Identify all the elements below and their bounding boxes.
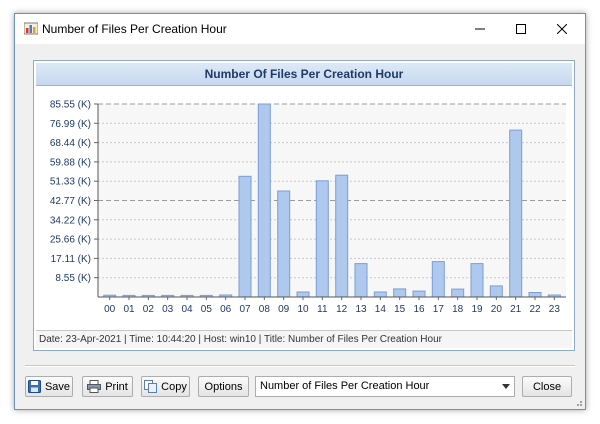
x-tick-label: 11 <box>317 304 328 315</box>
close-window-button[interactable] <box>542 14 582 44</box>
y-tick-label: 76.99 (K) <box>50 119 91 130</box>
x-tick-label: 03 <box>162 304 174 315</box>
x-tick-label: 12 <box>336 304 348 315</box>
x-tick-label: 09 <box>278 304 290 315</box>
x-tick-label: 00 <box>104 304 116 315</box>
x-tick-label: 10 <box>297 304 309 315</box>
y-tick-label: 68.44 (K) <box>50 138 91 149</box>
x-tick-label: 07 <box>239 304 251 315</box>
x-tick-label: 04 <box>181 304 193 315</box>
window-title: Number of Files Per Creation Hour <box>42 22 227 36</box>
bar <box>335 174 349 298</box>
chart-icon <box>24 22 38 35</box>
copy-label: Copy <box>161 380 187 393</box>
x-tick-label: 20 <box>491 304 503 315</box>
close-label: Close <box>532 380 562 393</box>
chart-select-value: Number of Files Per Creation Hour <box>260 380 430 392</box>
y-tick-label: 8.55 (K) <box>55 273 91 284</box>
maximize-button[interactable] <box>501 14 541 44</box>
options-button[interactable]: Options <box>198 376 249 397</box>
save-label: Save <box>44 380 71 393</box>
x-tick-label: 23 <box>549 304 561 315</box>
x-tick-label: 13 <box>355 304 367 315</box>
bar <box>412 290 426 298</box>
x-tick-label: 18 <box>452 304 464 315</box>
bar <box>470 263 484 298</box>
y-tick-label: 42.77 (K) <box>50 196 91 207</box>
x-tick-label: 17 <box>433 304 445 315</box>
resize-grip-icon[interactable] <box>573 397 583 407</box>
bar <box>393 288 407 298</box>
x-tick-label: 02 <box>143 304 155 315</box>
bar <box>257 103 271 298</box>
minimize-button[interactable] <box>460 14 500 44</box>
chart-area: 8.55 (K) 17.11 (K) 25.66 (K) 34.22 (K) 42.77… <box>36 87 572 327</box>
chevron-down-icon[interactable] <box>502 384 510 389</box>
bar <box>489 285 503 298</box>
x-tick-label: 01 <box>123 304 135 315</box>
chart-panel: Number Of Files Per Creation Hour 8.55 (… <box>33 60 575 351</box>
bar <box>277 190 291 298</box>
bar <box>528 292 542 298</box>
y-tick-label: 51.33 (K) <box>50 177 91 188</box>
y-tick-label: 34.22 (K) <box>50 215 91 226</box>
y-tick-label: 59.88 (K) <box>50 157 91 168</box>
x-tick-label: 08 <box>259 304 271 315</box>
chart-title: Number Of Files Per Creation Hour <box>36 63 572 86</box>
maximize-icon <box>516 24 526 34</box>
printer-icon <box>87 380 102 393</box>
y-tick-label: 17.11 (K) <box>51 254 91 265</box>
x-tick-label: 15 <box>394 304 406 315</box>
bar <box>238 175 252 298</box>
title-bar: Number of Files Per Creation Hour <box>15 14 585 44</box>
y-tick-label: 25.66 (K) <box>50 235 91 246</box>
print-button[interactable]: Print <box>82 376 133 397</box>
status-bar: Date: 23-Apr-2021 | Time: 10:44:20 | Hos… <box>36 330 572 348</box>
bar <box>373 291 387 298</box>
bar <box>354 263 368 298</box>
separator <box>25 365 575 367</box>
x-tick-label: 06 <box>220 304 232 315</box>
bar <box>451 288 465 298</box>
bar-chart: 8.55 (K) 17.11 (K) 25.66 (K) 34.22 (K) 42.77… <box>50 100 566 315</box>
copy-button[interactable]: Copy <box>141 376 190 397</box>
save-button[interactable]: Save <box>25 376 73 397</box>
x-tick-label: 05 <box>201 304 213 315</box>
chart-select[interactable]: Number of Files Per Creation Hour <box>255 376 515 397</box>
floppy-disk-icon <box>27 380 41 393</box>
bar <box>315 180 329 298</box>
bar <box>296 291 310 298</box>
x-tick-label: 22 <box>529 304 541 315</box>
x-tick-label: 16 <box>413 304 425 315</box>
close-icon <box>557 24 567 34</box>
options-label: Options <box>204 380 243 393</box>
print-label: Print <box>105 380 128 393</box>
y-tick-label: 85.55 (K) <box>50 100 91 111</box>
x-tick-label: 21 <box>510 304 522 315</box>
bar <box>509 129 523 298</box>
bar <box>431 261 445 298</box>
copy-icon <box>144 380 158 393</box>
chart-window: Number of Files Per Creation Hour Number… <box>14 13 586 410</box>
minimize-icon <box>475 28 485 30</box>
x-tick-label: 14 <box>375 304 387 315</box>
close-button[interactable]: Close <box>522 376 572 397</box>
x-tick-label: 19 <box>471 304 483 315</box>
